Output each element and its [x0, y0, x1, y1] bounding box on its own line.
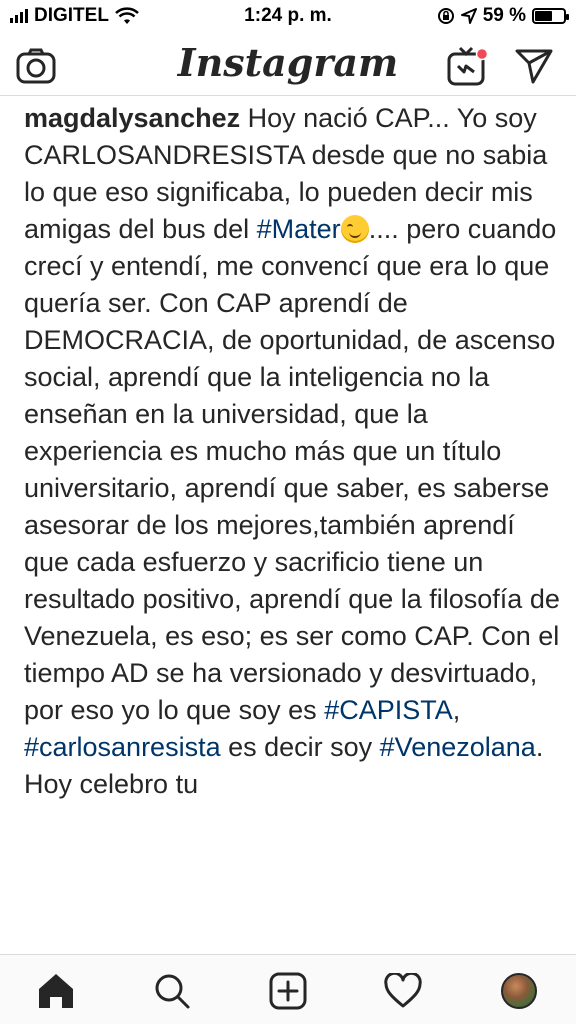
status-right: 59 %	[437, 5, 569, 27]
orientation-lock-icon	[437, 8, 454, 24]
activity-heart-icon[interactable]	[381, 969, 425, 1013]
status-bar: DIGITEL 1:24 p. m. 59 %	[0, 0, 576, 34]
hashtag-link[interactable]: #CAPISTA	[324, 695, 453, 725]
add-post-icon[interactable]	[266, 969, 310, 1013]
caption-text: es decir soy	[220, 732, 380, 762]
hashtag-link[interactable]: #carlosanresista	[24, 732, 221, 762]
hashtag-link[interactable]: #Venezolana	[380, 732, 536, 762]
winking-face-emoji	[340, 215, 369, 243]
battery-percent: 59 %	[482, 5, 526, 26]
battery-level	[535, 11, 552, 21]
app-header: Instagram	[0, 34, 576, 96]
post-username[interactable]: magdalysanchez	[24, 103, 240, 133]
bottom-nav	[0, 954, 576, 1024]
caption-text: ,	[452, 695, 461, 725]
battery-icon	[532, 8, 569, 24]
hashtag-link[interactable]: #Mater	[257, 214, 341, 244]
profile-avatar[interactable]	[497, 969, 541, 1013]
direct-icon[interactable]	[512, 44, 556, 88]
post-caption: magdalysanchez Hoy nació CAP... Yo soy C…	[24, 100, 560, 950]
avatar	[501, 973, 537, 1009]
location-icon	[460, 8, 477, 24]
igtv-icon[interactable]	[446, 44, 490, 88]
caption-text: .... pero cuando crecí y entendí, me con…	[24, 214, 560, 725]
home-icon[interactable]	[34, 969, 78, 1013]
search-icon[interactable]	[150, 969, 194, 1013]
notification-dot	[475, 47, 489, 61]
